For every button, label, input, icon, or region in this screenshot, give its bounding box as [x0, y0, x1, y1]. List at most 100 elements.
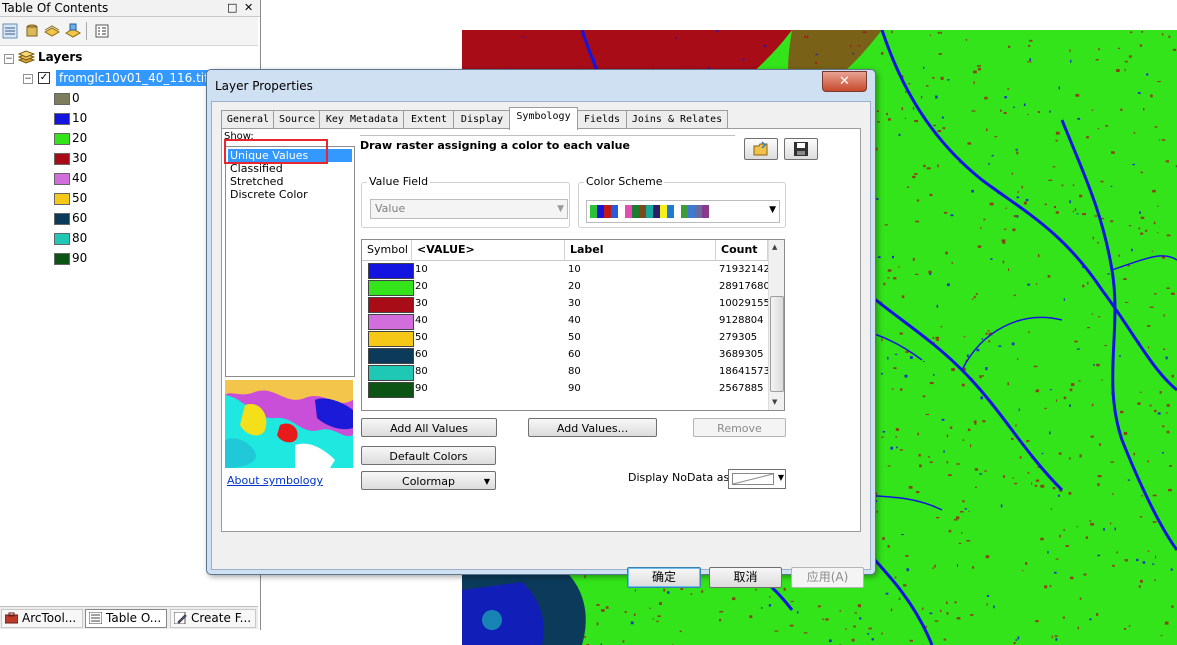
table-row[interactable]: 50 50 279305: [362, 330, 768, 347]
table-scrollbar[interactable]: ▲ ▼: [768, 240, 784, 410]
legend-label: 50: [72, 191, 88, 205]
legend-swatch[interactable]: [54, 233, 70, 245]
table-row[interactable]: 80 80 18641573: [362, 364, 770, 381]
arctoolbox-tab[interactable]: ArcTool...: [1, 609, 83, 628]
pin-button[interactable]: □: [227, 0, 237, 16]
description-rule: [360, 135, 735, 136]
symbol-swatch[interactable]: [368, 331, 414, 347]
tab-fields[interactable]: Fields: [576, 110, 628, 129]
symbol-swatch[interactable]: [368, 365, 414, 381]
renderer-stretched[interactable]: Stretched: [228, 175, 285, 188]
list-by-selection-icon[interactable]: [65, 23, 81, 39]
legend-label: 40: [72, 171, 88, 185]
default-colors-button[interactable]: Default Colors: [361, 446, 496, 465]
table-row[interactable]: 60 60 3689305: [362, 347, 768, 364]
scroll-down-icon[interactable]: ▼: [772, 398, 777, 406]
symbol-swatch[interactable]: [368, 314, 414, 330]
list-by-visibility-icon[interactable]: [44, 23, 60, 39]
toc-title: Table Of Contents: [2, 1, 109, 15]
cell-value: 90: [415, 383, 428, 394]
add-all-values-button[interactable]: Add All Values: [361, 418, 497, 437]
renderer-discrete-color[interactable]: Discrete Color: [228, 188, 310, 201]
column-count[interactable]: Count: [716, 240, 768, 260]
value-field-select[interactable]: Value ▼: [370, 199, 568, 219]
legend-label: 80: [72, 231, 88, 245]
tab-display[interactable]: Display: [453, 110, 511, 129]
tab-extent[interactable]: Extent: [403, 110, 455, 129]
tab-general[interactable]: General: [221, 110, 275, 129]
tab-symbology[interactable]: Symbology: [509, 107, 578, 130]
toc-toolbar: [0, 17, 258, 46]
ok-button[interactable]: 确定: [627, 567, 701, 588]
dock-tabs: ArcTool... Table O... Create F...: [0, 606, 258, 629]
symbol-swatch[interactable]: [368, 280, 414, 296]
legend-swatch[interactable]: [54, 113, 70, 125]
list-by-source-icon[interactable]: [24, 23, 40, 39]
symbol-swatch[interactable]: [368, 348, 414, 364]
table-row[interactable]: 90 90 2567885: [362, 381, 768, 398]
apply-button[interactable]: 应用(A): [791, 567, 864, 588]
nodata-color-picker[interactable]: ▼: [728, 469, 786, 489]
collapse-layers-icon[interactable]: −: [4, 54, 14, 64]
scroll-thumb[interactable]: [770, 296, 784, 392]
open-folder-icon: [753, 141, 768, 156]
layer-name[interactable]: fromglc10v01_40_116.tif: [56, 70, 212, 86]
options-icon[interactable]: [94, 23, 110, 39]
cell-label: 80: [568, 366, 581, 377]
renderer-list[interactable]: Unique Values Classified Stretched Discr…: [225, 146, 355, 377]
import-button[interactable]: [744, 138, 778, 160]
collapse-layer-icon[interactable]: −: [23, 74, 33, 84]
legend-swatch[interactable]: [54, 213, 70, 225]
symbol-swatch[interactable]: [368, 263, 414, 279]
legend-label: 60: [72, 211, 88, 225]
column-value[interactable]: <VALUE>: [412, 240, 565, 260]
legend-swatch[interactable]: [54, 253, 70, 265]
column-label[interactable]: Label: [565, 240, 716, 260]
layers-icon: [18, 50, 35, 64]
layer-visibility-checkbox[interactable]: ✓: [38, 72, 50, 84]
toc-title-bar: Table Of Contents □ ✕: [0, 0, 260, 17]
cell-value: 80: [415, 366, 428, 377]
close-button[interactable]: ✕: [244, 0, 253, 16]
dialog-close-button[interactable]: ✕: [822, 71, 867, 92]
remove-button[interactable]: Remove: [693, 418, 786, 437]
cell-label: 40: [568, 315, 581, 326]
symbol-swatch[interactable]: [368, 297, 414, 313]
scroll-up-icon[interactable]: ▲: [772, 243, 777, 251]
cell-label: 30: [568, 298, 581, 309]
colormap-button[interactable]: Colormap ▼: [361, 471, 496, 490]
list-by-drawing-order-icon[interactable]: [2, 23, 18, 39]
create-features-tab[interactable]: Create F...: [170, 609, 256, 628]
ramp-color: [639, 205, 646, 218]
save-icon: [794, 142, 808, 156]
legend-swatch[interactable]: [54, 133, 70, 145]
legend-swatch[interactable]: [54, 153, 70, 165]
cell-value: 10: [415, 264, 428, 275]
legend-swatch[interactable]: [54, 93, 70, 105]
color-scheme-select[interactable]: ▼: [586, 200, 780, 223]
legend-label: 20: [72, 131, 88, 145]
cancel-button[interactable]: 取消: [709, 567, 782, 588]
cell-label: 60: [568, 349, 581, 360]
column-symbol[interactable]: Symbol: [362, 240, 412, 260]
table-header: Symbol <VALUE> Label Count: [362, 240, 768, 261]
about-symbology-link[interactable]: About symbology: [227, 474, 323, 487]
dialog-title: Layer Properties: [215, 79, 313, 93]
table-row[interactable]: 20 20 28917680: [362, 279, 770, 296]
save-layer-button[interactable]: [784, 138, 818, 160]
unique-values-table[interactable]: Symbol <VALUE> Label Count 10 10 71932142 2…: [361, 239, 785, 411]
legend-swatch[interactable]: [54, 173, 70, 185]
legend-swatch[interactable]: [54, 193, 70, 205]
table-row[interactable]: 30 30 10029155: [362, 296, 770, 313]
display-nodata-label: Display NoData as: [628, 471, 730, 484]
add-values-button[interactable]: Add Values...: [528, 418, 657, 437]
table-of-contents-tab[interactable]: Table O...: [85, 609, 167, 628]
table-row[interactable]: 10 10 71932142: [362, 262, 770, 279]
tab-key-metadata[interactable]: Key Metadata: [319, 110, 405, 129]
tab-source[interactable]: Source: [273, 110, 321, 129]
tab-joins-relates[interactable]: Joins & Relates: [626, 110, 728, 129]
symbol-swatch[interactable]: [368, 382, 414, 398]
ramp-color: [597, 205, 604, 218]
cell-count: 279305: [719, 332, 758, 343]
table-row[interactable]: 40 40 9128804: [362, 313, 768, 330]
